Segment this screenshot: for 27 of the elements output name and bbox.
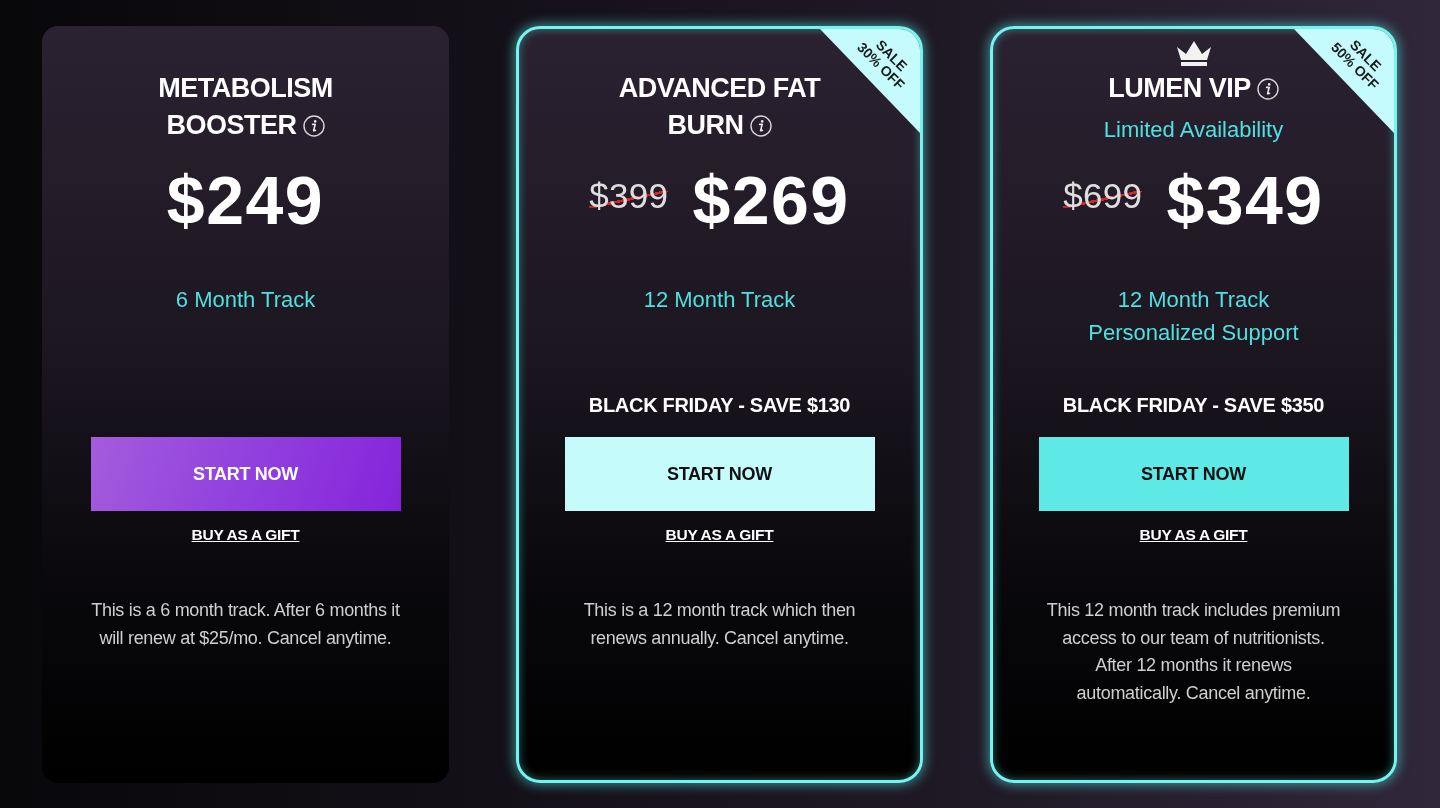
plan-title: LUMEN VIP — [1108, 72, 1251, 105]
plan-description: This is a 6 month track. After 6 months it will renew at $25/mo. Cancel anytime. — [91, 599, 400, 650]
price: $269 — [692, 161, 850, 240]
track-label: 6 Month Track — [175, 286, 316, 314]
gift-link[interactable]: BUY AS A GIFT — [191, 526, 300, 544]
start-button[interactable]: START NOW — [90, 437, 401, 511]
start-button[interactable]: START NOW — [1038, 437, 1349, 511]
info-icon[interactable] — [749, 114, 772, 137]
plan-title: BOOSTER — [166, 109, 297, 142]
plan-description: This 12 month track includes premium access to our team of nutritionists. After 12 months it renews automatically. Cancel anytime. — [1046, 599, 1341, 705]
plan-title: METABOLISM — [158, 72, 333, 105]
gift-link[interactable]: BUY AS A GIFT — [665, 526, 774, 544]
start-button[interactable]: START NOW — [564, 437, 875, 511]
availability-note: Limited Availability — [1103, 116, 1284, 144]
price: $349 — [1166, 161, 1324, 240]
info-icon[interactable] — [302, 114, 325, 137]
promo-text: BLACK FRIDAY - SAVE $130 — [588, 393, 851, 418]
info-icon[interactable] — [1256, 77, 1279, 100]
track-label: 12 Month Track — [1117, 286, 1270, 314]
price: $249 — [166, 161, 325, 240]
plan-description: This is a 12 month track which then renews annually. Cancel anytime. — [583, 599, 856, 650]
plan-title: BURN — [667, 109, 744, 142]
promo-text: BLACK FRIDAY - SAVE $350 — [1062, 393, 1325, 418]
gift-link[interactable]: BUY AS A GIFT — [1139, 526, 1248, 544]
plan-title: ADVANCED FAT — [618, 72, 821, 105]
track-label: Personalized Support — [1088, 319, 1299, 347]
track-label: 12 Month Track — [643, 286, 796, 314]
